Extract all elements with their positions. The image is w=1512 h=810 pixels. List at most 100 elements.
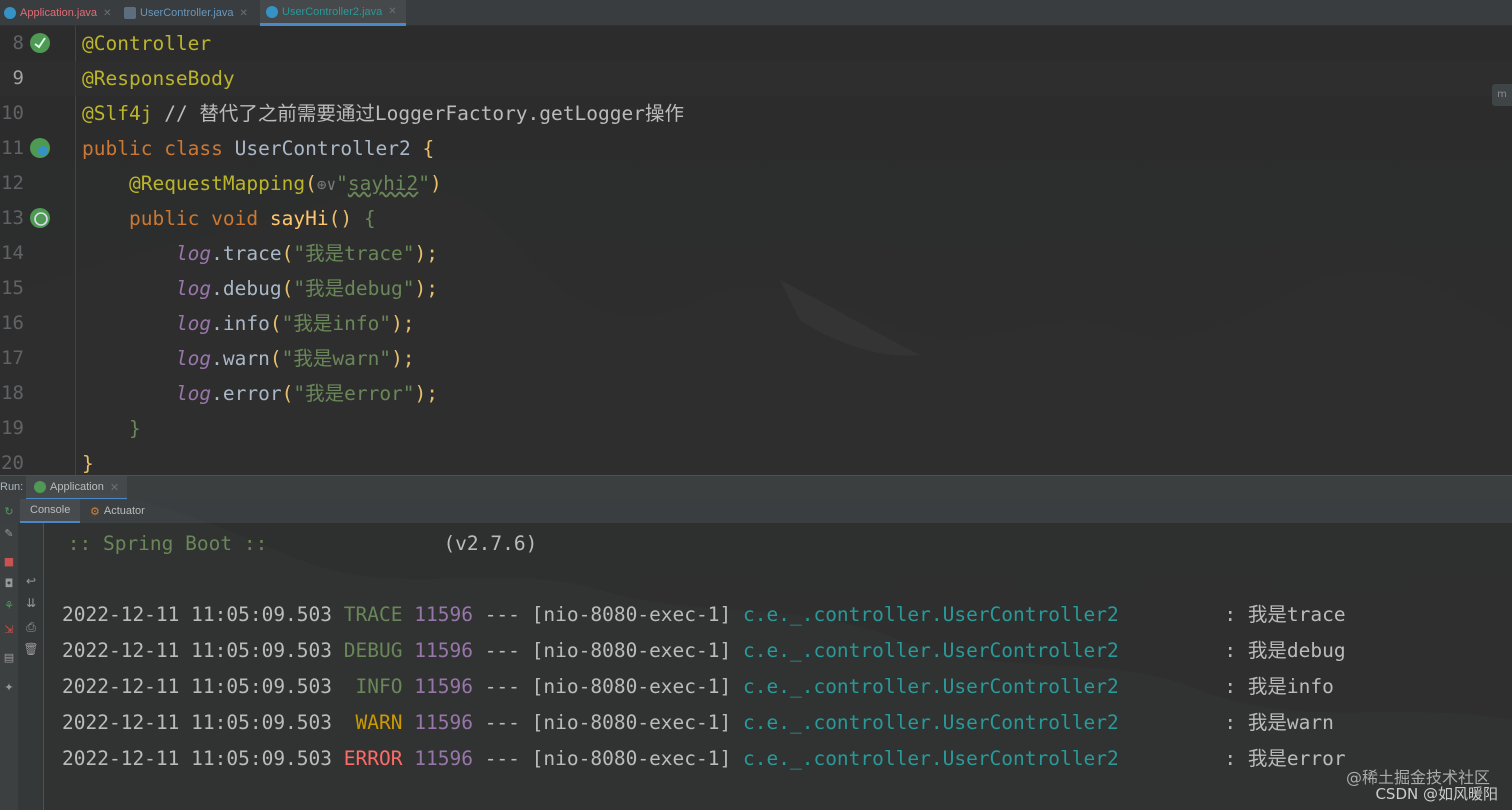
paren: ( (281, 382, 294, 405)
wrench-icon[interactable]: ✎ (2, 527, 16, 541)
soft-wrap-icon[interactable]: ↩ (23, 573, 39, 589)
code-text: log.info("我是info"); (82, 306, 415, 341)
tab-application-java[interactable]: Application.java ✕ (0, 0, 118, 26)
bookmark-icon[interactable]: m (1492, 84, 1512, 106)
code-text: } (82, 411, 141, 446)
log-thread: [nio-8080-exec-1] (531, 639, 732, 662)
log-variable: log (175, 312, 212, 335)
spring-run-icon (34, 481, 46, 493)
responsebody-annotation: @ResponseBody (82, 67, 235, 90)
string-literal: "我是trace" (293, 242, 415, 265)
code-text: @Controller (82, 26, 211, 61)
code-line: 13 public void sayHi() { (0, 201, 1512, 236)
pin-icon[interactable]: ✦ (2, 681, 16, 695)
code-text: log.debug("我是debug"); (82, 271, 438, 306)
console-output[interactable]: :: Spring Boot :: (v2.7.6) 2022-12-11 11… (44, 523, 1512, 810)
spring-bean-icon[interactable] (28, 136, 52, 160)
string-quote: " (336, 172, 348, 195)
log-level: DEBUG (343, 639, 403, 662)
tab-usercontroller-java[interactable]: UserController.java ✕ (124, 0, 256, 26)
log-gap (1119, 603, 1225, 626)
log-message: 我是trace (1247, 603, 1346, 626)
stop-icon[interactable]: ■ (2, 555, 16, 569)
trash-icon[interactable]: 🗑 (23, 641, 39, 657)
code-text: @RequestMapping(⊕∨"sayhi2") (82, 166, 442, 202)
deploy-icon[interactable]: ⚘ (2, 599, 16, 613)
brace: { (422, 137, 435, 160)
code-text: log.error("我是error"); (82, 376, 438, 411)
code-text: @Slf4j // 替代了之前需要通过LoggerFactory.getLogg… (82, 96, 684, 131)
layout-icon[interactable]: ▤ (2, 651, 16, 665)
log-separator: --- (484, 711, 520, 734)
rerun-icon[interactable]: ↻ (2, 505, 16, 519)
tab-console[interactable]: Console (20, 499, 81, 523)
scroll-to-end-icon[interactable]: ⇊ (23, 595, 39, 611)
log-timestamp: 2022-12-11 11:05:09.503 (62, 747, 333, 770)
camera-icon[interactable]: ◘ (2, 577, 16, 591)
code-comment: // 替代了之前需要通过LoggerFactory.getLogger操作 (164, 102, 684, 125)
log-gap (1119, 675, 1225, 698)
banner-gap (267, 532, 443, 555)
log-pid: 11596 (414, 675, 473, 698)
code-text: @ResponseBody (82, 61, 235, 96)
string-literal: "我是warn" (281, 347, 392, 370)
line-number: 17 (1, 347, 24, 369)
code-editor[interactable]: 8 @Controller 9 @ResponseBody 10 @Slf4j … (0, 26, 1512, 475)
close-icon[interactable]: ✕ (240, 8, 248, 19)
line-number: 14 (1, 242, 24, 264)
tab-label: UserController2.java (282, 5, 383, 18)
line-number: 15 (1, 277, 24, 299)
log-separator: --- (484, 639, 520, 662)
string-literal: "我是debug" (293, 277, 415, 300)
log-variable: log (175, 242, 212, 265)
line-number: 9 (12, 67, 24, 89)
spring-banner: :: Spring Boot :: (v2.7.6) (56, 529, 538, 559)
method-call: .error (211, 382, 282, 405)
log-thread: [nio-8080-exec-1] (531, 711, 732, 734)
requestmapping-annotation: @RequestMapping (128, 172, 306, 195)
actuator-icon: ⚙ (90, 505, 100, 518)
code-line: 16 log.info("我是info"); (0, 306, 1512, 341)
exit-icon[interactable]: ⇲ (2, 623, 16, 637)
line-number: 20 (1, 452, 24, 474)
line-number: 16 (1, 312, 24, 334)
tab-actuator[interactable]: ⚙ Actuator (80, 499, 155, 523)
method-call: .info (211, 312, 270, 335)
log-line: 2022-12-11 11:05:09.503 INFO 11596 --- [… (62, 672, 1334, 702)
line-number: 18 (1, 382, 24, 404)
spring-bean-icon[interactable] (28, 31, 52, 55)
log-colon: : (1224, 675, 1237, 698)
log-pid: 11596 (414, 747, 473, 770)
paren: () (328, 207, 353, 230)
run-tab-application[interactable]: Application ✕ (26, 476, 128, 500)
run-tab-label: Application (50, 481, 104, 493)
run-subtabs: Console ⚙ Actuator (0, 499, 1512, 523)
string-literal: "我是error" (293, 382, 415, 405)
line-number: 13 (1, 207, 24, 229)
close-icon[interactable]: ✕ (110, 481, 119, 494)
log-variable: log (175, 382, 212, 405)
code-text: public class UserController2 { (82, 131, 434, 166)
line-number: 19 (1, 417, 24, 439)
code-line-current: 9 @ResponseBody (0, 61, 1512, 96)
close-icon[interactable]: ✕ (388, 6, 396, 17)
code-line: 14 log.trace("我是trace"); (0, 236, 1512, 271)
line-number: 8 (12, 32, 24, 54)
print-icon[interactable]: ⎙ (23, 619, 39, 635)
code-line: 19 } (0, 411, 1512, 446)
method-name: sayHi (269, 207, 329, 230)
close-icon[interactable]: ✕ (103, 8, 111, 19)
run-label: Run: (0, 481, 24, 493)
globe-hint-icon[interactable]: ⊕∨ (317, 175, 336, 194)
paren: ) (430, 172, 442, 195)
code-line: 11 public class UserController2 { (0, 131, 1512, 166)
code-text: log.warn("我是warn"); (82, 341, 415, 376)
log-timestamp: 2022-12-11 11:05:09.503 (62, 675, 333, 698)
code-line: 18 log.error("我是error"); (0, 376, 1512, 411)
log-variable: log (175, 347, 212, 370)
log-logger: c.e._.controller.UserController2 (743, 711, 1119, 734)
tab-usercontroller2-java[interactable]: UserController2.java ✕ (260, 0, 406, 26)
watermark-csdn: CSDN @如风暖阳 (1375, 785, 1498, 803)
web-endpoint-icon[interactable] (28, 206, 52, 230)
editor-tab-bar: Application.java ✕ UserController.java ✕… (0, 0, 1512, 26)
